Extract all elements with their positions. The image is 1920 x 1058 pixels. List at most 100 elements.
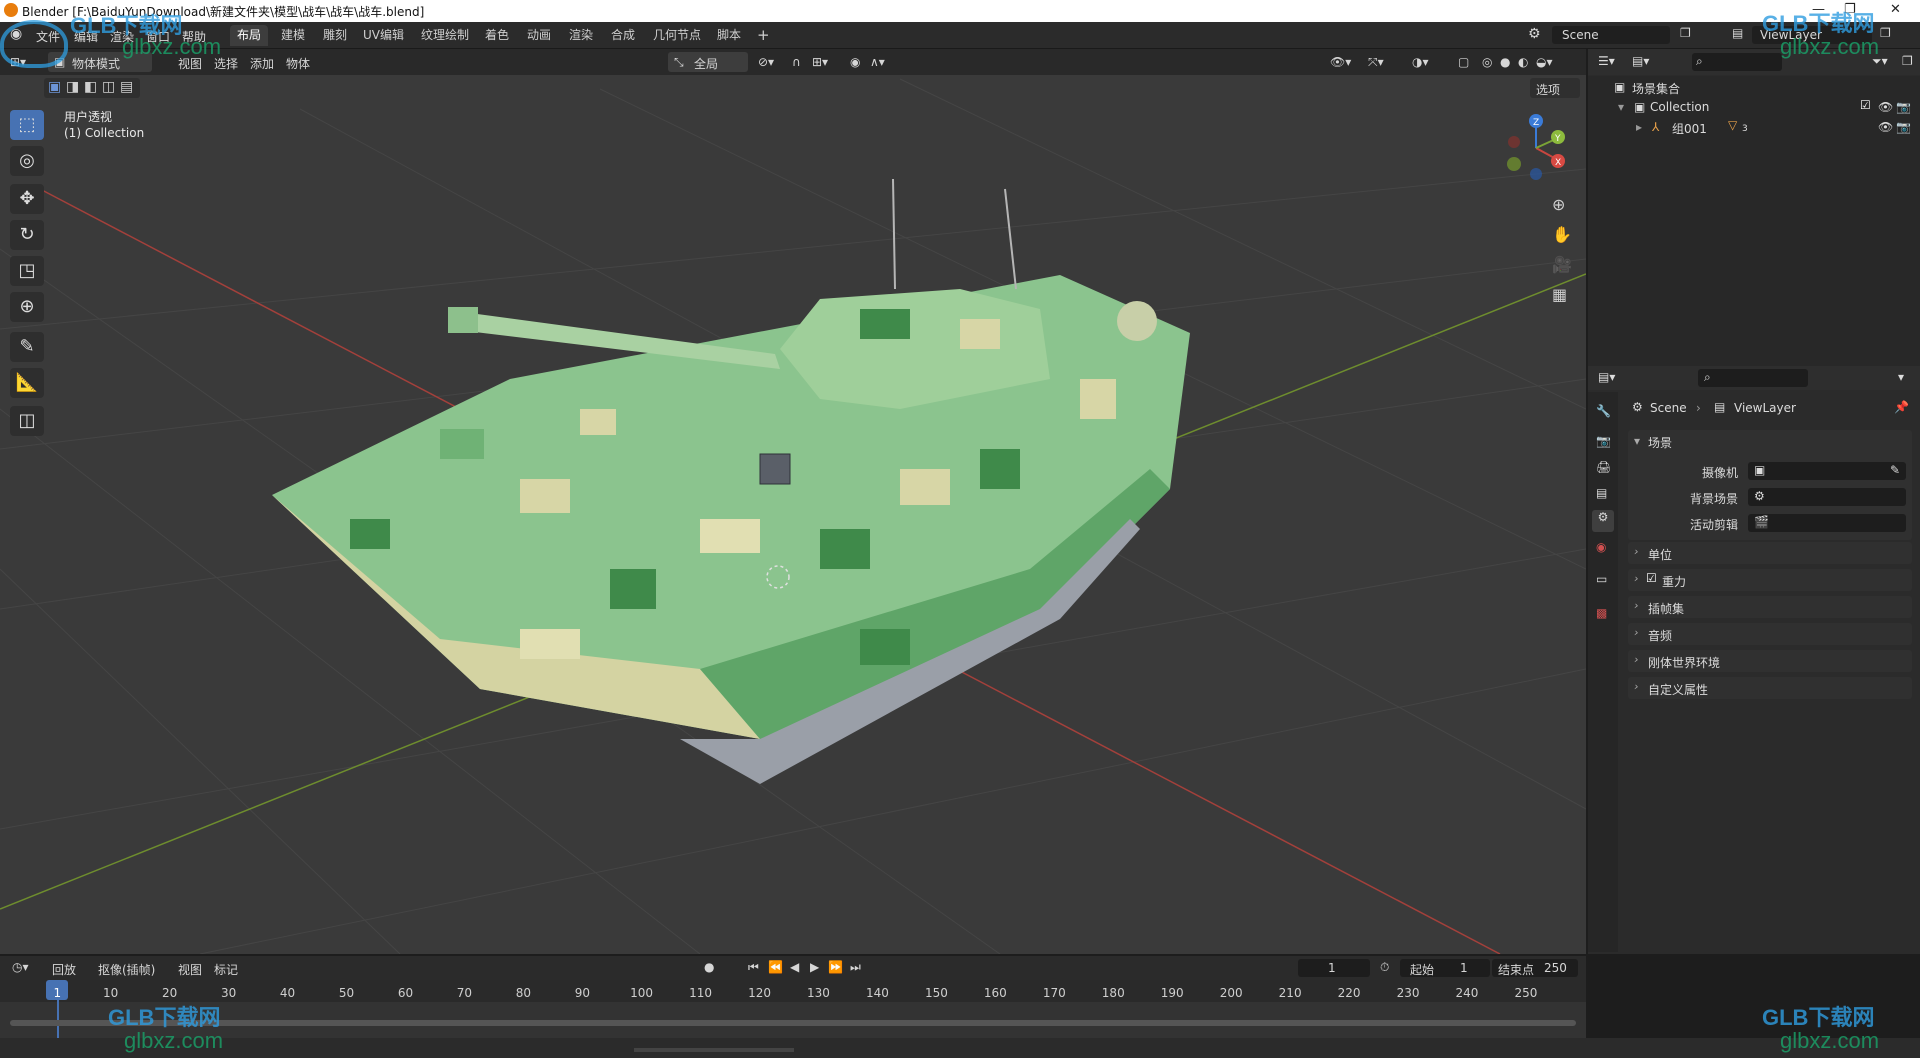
texture-tab-icon[interactable]: ▩ <box>1596 606 1607 620</box>
close-icon[interactable]: ✕ <box>1890 2 1901 17</box>
tab-shading[interactable]: 着色 <box>478 25 516 46</box>
transform-tool[interactable]: ⊕ <box>10 292 44 322</box>
outliner-collection[interactable]: Collection <box>1650 100 1709 114</box>
falloff-icon[interactable]: ∧▾ <box>870 55 885 69</box>
zoom-icon[interactable]: ⊕ <box>1552 197 1565 213</box>
tab-layout[interactable]: 布局 <box>230 25 269 46</box>
render-tab-icon[interactable]: 📷 <box>1596 434 1611 448</box>
select-box-tool[interactable]: ⬚ <box>10 110 44 140</box>
display-mode-icon[interactable]: ▤▾ <box>1632 54 1649 68</box>
world-tab-icon[interactable]: ◉ <box>1596 540 1606 554</box>
timeline-editor-icon[interactable]: ◷▾ <box>12 960 29 974</box>
scene-panel-title[interactable]: 场景 <box>1648 434 1672 451</box>
rigidbody-world-panel[interactable]: › 刚体世界环境 <box>1628 650 1912 672</box>
timeline-menu-keying[interactable]: 抠像(插帧) <box>98 961 155 978</box>
select-intersect-icon[interactable]: ▤ <box>120 80 133 94</box>
rendered-shading-icon[interactable]: ◒▾ <box>1536 55 1553 69</box>
object-visibility-icon[interactable]: 👁 <box>1878 120 1893 134</box>
pivot-icon[interactable]: ⊘▾ <box>758 55 774 69</box>
tool-tab-icon[interactable]: 🔧 <box>1596 404 1611 418</box>
properties-editor-icon[interactable]: ▤▾ <box>1598 370 1615 384</box>
units-panel[interactable]: › 单位 <box>1628 542 1912 564</box>
tab-compositing[interactable]: 合成 <box>604 25 642 46</box>
measure-tool[interactable]: 📐 <box>10 368 44 398</box>
tab-uv-editing[interactable]: UV编辑 <box>356 25 411 46</box>
properties-options-icon[interactable]: ▾ <box>1898 370 1904 384</box>
solid-shading-icon[interactable]: ● <box>1500 55 1510 69</box>
properties-search[interactable] <box>1698 369 1808 387</box>
timeline-menu-view[interactable]: 视图 <box>178 961 202 978</box>
eyedropper-icon[interactable]: ✎ <box>1890 463 1900 477</box>
select-invert-icon[interactable]: ◫ <box>102 80 115 94</box>
select-mode-buttons[interactable]: ▣ ◨ ◧ ◫ ▤ <box>44 78 140 98</box>
gravity-panel[interactable]: › 重力 ☑ <box>1628 569 1912 591</box>
stopwatch-icon[interactable]: ⏱ <box>1380 960 1389 975</box>
menu-add[interactable]: 添加 <box>250 55 274 72</box>
play-icon[interactable]: ▶ <box>810 960 819 974</box>
select-new-icon[interactable]: ▣ <box>48 80 61 94</box>
expand-object-icon[interactable]: ▸ <box>1636 120 1642 134</box>
navigation-gizmo[interactable]: Z X Y <box>1502 112 1572 182</box>
tab-texture-paint[interactable]: 纹理绘制 <box>414 25 476 46</box>
timeline-menu-playback[interactable]: 回放 <box>52 961 76 978</box>
snap-icon[interactable]: ∩ <box>792 55 801 69</box>
tank-model[interactable] <box>272 178 1190 784</box>
tab-animation[interactable]: 动画 <box>520 25 558 46</box>
visibility-icon[interactable]: 👁▾ <box>1330 55 1351 69</box>
outliner-editor-icon[interactable]: ☰▾ <box>1598 54 1615 68</box>
snap-target-icon[interactable]: ⊞▾ <box>812 55 828 69</box>
add-cube-tool[interactable]: ◫ <box>10 406 44 436</box>
cursor-tool[interactable]: ◎ <box>10 146 44 176</box>
camera-field[interactable] <box>1748 462 1906 480</box>
tab-geometry-nodes[interactable]: 几何节点 <box>646 25 708 46</box>
menu-object[interactable]: 物体 <box>286 55 310 72</box>
expand-collection-icon[interactable]: ▾ <box>1618 100 1624 114</box>
outliner-root[interactable]: 场景集合 <box>1632 80 1680 97</box>
tab-sculpting[interactable]: 雕刻 <box>316 25 354 46</box>
rotate-tool[interactable]: ↻ <box>10 220 44 250</box>
object-render-icon[interactable]: 📷 <box>1896 120 1911 134</box>
tab-modeling[interactable]: 建模 <box>274 25 312 46</box>
next-keyframe-icon[interactable]: ⏩ <box>828 960 843 974</box>
active-clip-field[interactable] <box>1748 514 1906 532</box>
ortho-grid-icon[interactable]: ▦ <box>1552 287 1567 303</box>
new-collection-icon[interactable]: ❐ <box>1902 54 1913 68</box>
keying-sets-panel[interactable]: › 插帧集 <box>1628 596 1912 618</box>
jump-end-icon[interactable]: ⏭ <box>850 960 861 975</box>
outliner-search[interactable] <box>1692 53 1782 71</box>
3d-viewport[interactable]: Z X Y ⊕ ✋ 🎥 ▦ <box>0 49 1586 954</box>
gravity-checkbox-icon[interactable]: ☑ <box>1646 571 1657 585</box>
collection-render-icon[interactable]: 📷 <box>1896 100 1911 114</box>
view-layer-tab-icon[interactable]: ▤ <box>1596 486 1607 500</box>
annotate-tool[interactable]: ✎ <box>10 332 44 362</box>
gizmo-toggle-icon[interactable]: ⤧▾ <box>1368 55 1384 70</box>
xray-icon[interactable]: ▢ <box>1458 55 1469 69</box>
options-dropdown[interactable]: 选项 <box>1530 78 1580 98</box>
collection-tab-icon[interactable]: ▭ <box>1596 572 1607 586</box>
custom-properties-panel[interactable]: › 自定义属性 <box>1628 677 1912 699</box>
add-workspace-icon[interactable]: + <box>750 25 777 46</box>
material-shading-icon[interactable]: ◐ <box>1518 55 1528 69</box>
collection-checkbox-icon[interactable]: ☑ <box>1860 98 1871 112</box>
viewlayer-icon[interactable]: ▤ <box>1732 26 1743 40</box>
play-reverse-icon[interactable]: ◀ <box>790 960 799 974</box>
tab-scripting[interactable]: 脚本 <box>710 25 748 46</box>
collection-visibility-icon[interactable]: 👁 <box>1878 100 1893 114</box>
scene-icon[interactable]: ⚙ <box>1528 26 1541 42</box>
scene-tab-icon[interactable]: ⚙ <box>1592 510 1614 532</box>
background-scene-field[interactable] <box>1748 488 1906 506</box>
jump-start-icon[interactable]: ⏮ <box>748 960 759 975</box>
scene-panel-chevron-icon[interactable]: ▾ <box>1634 434 1640 448</box>
outliner-object[interactable]: 组001 <box>1672 120 1707 137</box>
copy-scene-icon[interactable]: ❐ <box>1680 26 1691 40</box>
pan-hand-icon[interactable]: ✋ <box>1552 227 1572 243</box>
select-subtract-icon[interactable]: ◧ <box>84 80 97 94</box>
move-tool[interactable]: ✥ <box>10 184 44 214</box>
output-tab-icon[interactable]: 🖨 <box>1596 460 1611 474</box>
record-icon[interactable]: ● <box>704 960 714 974</box>
copy-viewlayer-icon[interactable]: ❐ <box>1880 26 1891 40</box>
camera-view-icon[interactable]: 🎥 <box>1552 257 1572 273</box>
overlay-toggle-icon[interactable]: ◑▾ <box>1412 55 1429 69</box>
select-extend-icon[interactable]: ◨ <box>66 80 79 94</box>
scale-tool[interactable]: ◳ <box>10 256 44 286</box>
